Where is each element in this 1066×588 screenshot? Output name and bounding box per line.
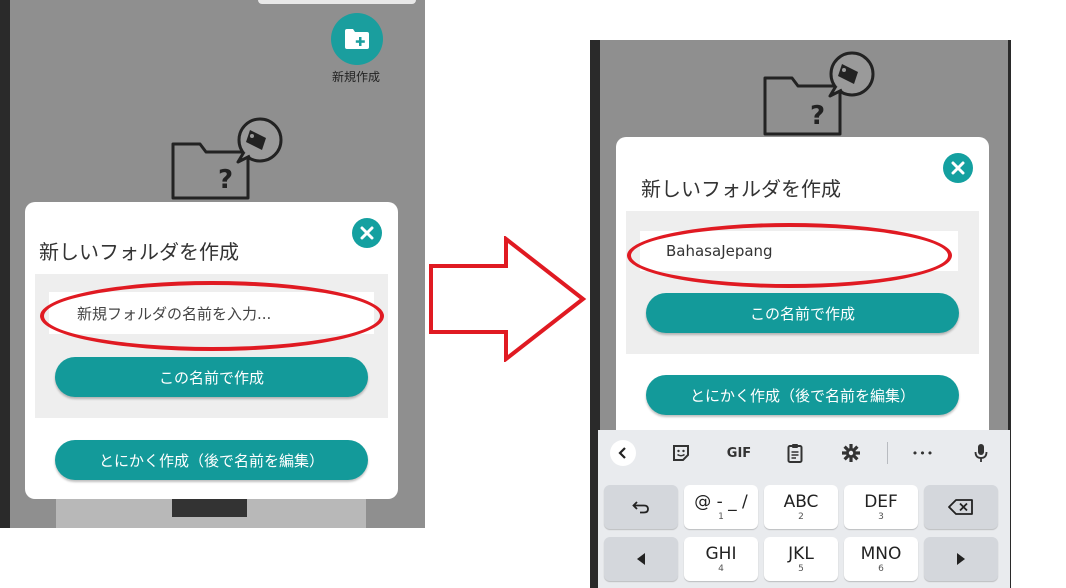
right-highlight-ellipse (627, 223, 952, 288)
key-jkl-digit: 5 (798, 564, 804, 574)
close-icon (360, 226, 374, 240)
left-background-thumbnail (172, 497, 247, 517)
unknown-folder-icon: ? (763, 51, 875, 136)
triangle-left-icon (637, 553, 645, 565)
undo-key[interactable] (604, 485, 678, 529)
left-top-bar (258, 0, 416, 4)
backspace-key[interactable] (924, 485, 998, 529)
soft-keyboard: GIF ••• @ - _ / 1 ABC 2 DEF 3 GHI 4 JKL … (598, 430, 1010, 588)
microphone-icon (974, 444, 988, 462)
clipboard-button[interactable] (782, 440, 808, 466)
cursor-right-key[interactable] (924, 537, 998, 581)
key-def-digit: 3 (878, 512, 884, 522)
key-abc-digit: 2 (798, 512, 804, 522)
triangle-right-icon (957, 553, 965, 565)
gif-button[interactable]: GIF (722, 440, 756, 466)
key-ghi-label: GHI (705, 544, 737, 564)
toolbar-divider (887, 442, 888, 464)
svg-text:?: ? (218, 165, 233, 195)
undo-icon (632, 501, 649, 514)
keyboard-collapse-button[interactable] (610, 440, 636, 466)
key-symbols-label: @ - _ / (694, 492, 748, 512)
unknown-folder-icon: ? (171, 117, 283, 200)
new-folder-fab[interactable] (331, 13, 383, 65)
key-mno[interactable]: MNO 6 (844, 537, 918, 581)
more-options-button[interactable]: ••• (908, 440, 938, 466)
sticker-button[interactable] (668, 440, 694, 466)
key-ghi-digit: 4 (718, 564, 724, 574)
left-background-card (56, 497, 366, 528)
cursor-left-key[interactable] (604, 537, 678, 581)
left-create-with-name-button[interactable]: この名前で作成 (55, 357, 368, 397)
key-symbols-digit: 1 (718, 512, 724, 522)
new-folder-fab-label: 新規作成 (332, 70, 381, 84)
transition-arrow (429, 236, 587, 362)
settings-button[interactable] (838, 440, 864, 466)
key-mno-digit: 6 (878, 564, 884, 574)
right-dialog-title: 新しいフォルダを作成 (641, 177, 841, 201)
key-jkl[interactable]: JKL 5 (764, 537, 838, 581)
gear-icon (842, 444, 860, 462)
svg-text:?: ? (810, 101, 825, 131)
left-create-anyway-button[interactable]: とにかく作成（後で名前を編集） (55, 440, 368, 480)
left-close-button[interactable] (352, 218, 382, 248)
clipboard-icon (787, 444, 803, 463)
right-close-button[interactable] (943, 153, 973, 183)
right-create-anyway-button[interactable]: とにかく作成（後で名前を編集） (646, 375, 959, 415)
close-icon (951, 161, 965, 175)
key-abc-label: ABC (783, 492, 819, 512)
chevron-left-icon (618, 447, 626, 459)
key-def[interactable]: DEF 3 (844, 485, 918, 529)
right-create-with-name-button[interactable]: この名前で作成 (646, 293, 959, 333)
key-abc[interactable]: ABC 2 (764, 485, 838, 529)
voice-input-button[interactable] (968, 440, 994, 466)
sticker-icon (673, 445, 689, 461)
key-ghi[interactable]: GHI 4 (684, 537, 758, 581)
key-jkl-label: JKL (788, 544, 814, 564)
backspace-icon (948, 499, 973, 515)
key-symbols[interactable]: @ - _ / 1 (684, 485, 758, 529)
left-dialog-title: 新しいフォルダを作成 (39, 240, 239, 264)
left-highlight-ellipse (40, 281, 384, 351)
key-def-label: DEF (864, 492, 898, 512)
key-mno-label: MNO (860, 544, 902, 564)
folder-plus-icon (345, 29, 369, 49)
